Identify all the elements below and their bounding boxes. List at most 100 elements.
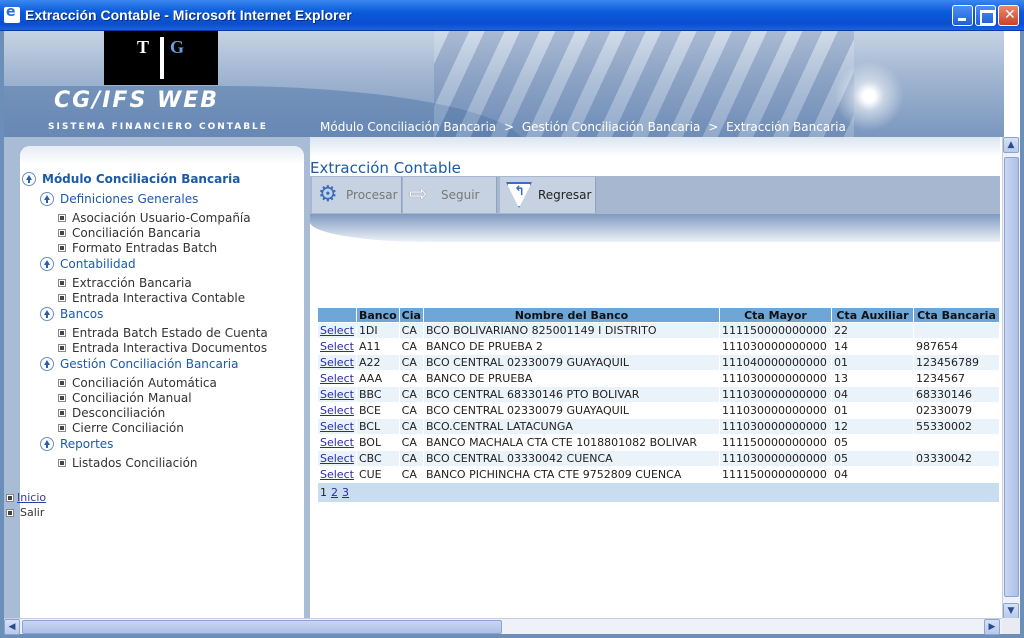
scroll-left-button[interactable]: ◀ [4, 619, 20, 635]
table-row: Select BOL CA BANCO MACHALA CTA CTE 1018801… [317, 434, 1001, 451]
cell-cta-mayor: 111030000000000 [718, 386, 832, 403]
back-arrow-icon: ↰ [506, 182, 532, 208]
collapse-icon[interactable] [40, 437, 54, 451]
menu-item-label[interactable]: Entrada Interactiva Contable [72, 291, 245, 305]
table-row: Select BBC CA BCO CENTRAL 68330146 PTO BOLI… [317, 386, 1001, 403]
cell-nombre: BCO BOLIVARIANO 825001149 I DISTRITO [422, 322, 720, 339]
col-header-select [317, 307, 357, 323]
select-link[interactable]: Select [317, 386, 357, 403]
col-header-cta-auxiliar[interactable]: Cta Auxiliar [830, 307, 914, 323]
cell-cta-mayor: 111150000000000 [718, 434, 832, 451]
collapse-icon[interactable] [40, 192, 54, 206]
col-header-cta-mayor[interactable]: Cta Mayor [718, 307, 832, 323]
scroll-right-button[interactable]: ▶ [984, 619, 1000, 635]
maximize-button[interactable] [975, 5, 996, 26]
collapse-icon[interactable] [40, 257, 54, 271]
col-header-banco[interactable]: Banco [355, 307, 400, 323]
browser-content: T G CG/IFS WEB SISTEMA FINANCIERO CONTAB… [4, 31, 1020, 635]
cell-nombre: BCO CENTRAL 02330079 GUAYAQUIL [422, 354, 720, 371]
pager-link[interactable]: 3 [342, 486, 349, 499]
table-body: Select 1DI CA BCO BOLIVARIANO 825001149 I D… [317, 322, 1001, 503]
regresar-button[interactable]: ↰ Regresar [500, 177, 596, 213]
pager: 123 [317, 482, 1000, 503]
page-title: Extracción Contable [310, 159, 461, 177]
cell-cta-mayor: 111030000000000 [718, 450, 832, 467]
cell-banco: BCE [355, 402, 400, 419]
seguir-button[interactable]: ⇨ Seguir [403, 177, 497, 213]
menu-item-label[interactable]: Cierre Conciliación [72, 421, 184, 435]
bullet-icon [58, 424, 66, 432]
collapse-icon[interactable] [40, 307, 54, 321]
select-link[interactable]: Select [317, 338, 357, 355]
cell-cta-mayor: 111030000000000 [718, 402, 832, 419]
menu-item-label[interactable]: Extracción Bancaria [72, 276, 192, 290]
brand-subtitle: SISTEMA FINANCIERO CONTABLE [48, 122, 268, 132]
horizontal-scrollbar[interactable]: ◀ ▶ [4, 618, 1002, 635]
select-link[interactable]: Select [317, 434, 357, 451]
cell-cta-auxiliar: 05 [830, 434, 914, 451]
menu-item-label[interactable]: Entrada Batch Estado de Cuenta [72, 326, 268, 340]
cell-cta-auxiliar: 04 [830, 466, 914, 483]
cell-nombre: BANCO PICHINCHA CTA CTE 9752809 CUENCA [422, 466, 720, 483]
tree-root-label[interactable]: Módulo Conciliación Bancaria [42, 172, 240, 186]
cell-banco: 1DI [355, 322, 400, 339]
regresar-label: Regresar [538, 188, 592, 202]
bullet-icon [58, 229, 66, 237]
select-link[interactable]: Select [317, 418, 357, 435]
pager-link[interactable]: 2 [331, 486, 338, 499]
cell-cta-mayor: 111030000000000 [718, 338, 832, 355]
bullet-icon [58, 244, 66, 252]
select-link[interactable]: Select [317, 402, 357, 419]
cell-cta-auxiliar: 05 [830, 450, 914, 467]
collapse-icon[interactable] [22, 172, 36, 186]
col-header-nombre[interactable]: Nombre del Banco [422, 307, 720, 323]
tree-group-label[interactable]: Definiciones Generales [60, 192, 198, 206]
vertical-scroll-thumb[interactable] [1004, 157, 1019, 597]
menu-item-label[interactable]: Desconciliación [72, 406, 165, 420]
procesar-button[interactable]: ⚙ Procesar [312, 177, 402, 213]
menu-item-label[interactable]: Formato Entradas Batch [72, 241, 217, 255]
cell-cta-bancaria: 02330079 [912, 402, 1001, 419]
cell-cta-bancaria: 1234567 [912, 370, 1001, 387]
bullet-icon [58, 344, 66, 352]
select-link[interactable]: Select [317, 466, 357, 483]
select-link[interactable]: Select [317, 450, 357, 467]
select-link[interactable]: Select [317, 322, 357, 339]
cell-cia: CA [398, 386, 424, 403]
menu-item-label[interactable]: Conciliación Automática [72, 376, 217, 390]
minimize-button[interactable] [952, 5, 973, 26]
collapse-icon[interactable] [40, 357, 54, 371]
tree-group-label[interactable]: Contabilidad [60, 257, 136, 271]
cell-nombre: BCO CENTRAL 03330042 CUENCA [422, 450, 720, 467]
menu-item-label[interactable]: Conciliación Bancaria [72, 226, 201, 240]
inicio-label[interactable]: Inicio [17, 491, 46, 504]
table-row: Select CBC CA BCO CENTRAL 03330042 CUENCA 11… [317, 450, 1001, 467]
menu-item-label[interactable]: Listados Conciliación [72, 456, 198, 470]
tree-group-label[interactable]: Gestión Conciliación Bancaria [60, 357, 238, 371]
tree-group-label[interactable]: Bancos [60, 307, 103, 321]
window-titlebar: Extracción Contable - Microsoft Internet… [0, 0, 1024, 31]
cell-cta-auxiliar: 22 [830, 322, 914, 339]
scroll-up-button[interactable]: ▲ [1003, 137, 1019, 153]
close-button[interactable]: ✕ [998, 5, 1019, 26]
cell-cta-mayor: 111040000000000 [718, 354, 832, 371]
menu-item-label[interactable]: Conciliación Manual [72, 391, 192, 405]
cell-cia: CA [398, 466, 424, 483]
tree-group-label[interactable]: Reportes [60, 437, 113, 451]
col-header-cta-bancaria[interactable]: Cta Bancaria [912, 307, 1001, 323]
bullet-icon [58, 394, 66, 402]
select-link[interactable]: Select [317, 354, 357, 371]
close-icon: ✕ [1004, 7, 1016, 23]
scroll-down-button[interactable]: ▼ [1003, 603, 1019, 619]
cell-cia: CA [398, 450, 424, 467]
salir-label[interactable]: Salir [20, 506, 44, 519]
select-link[interactable]: Select [317, 370, 357, 387]
horizontal-scroll-thumb[interactable] [22, 620, 502, 634]
pager-row: 123 [317, 482, 1000, 503]
menu-item-label[interactable]: Entrada Interactiva Documentos [72, 341, 267, 355]
breadcrumb-separator: > [503, 120, 515, 134]
menu-item-label[interactable]: Asociación Usuario-Compañía [72, 211, 251, 225]
col-header-cia[interactable]: Cia [398, 307, 424, 323]
vertical-scrollbar[interactable]: ▲ ▼ [1002, 137, 1020, 620]
cell-cta-bancaria [912, 322, 1001, 339]
